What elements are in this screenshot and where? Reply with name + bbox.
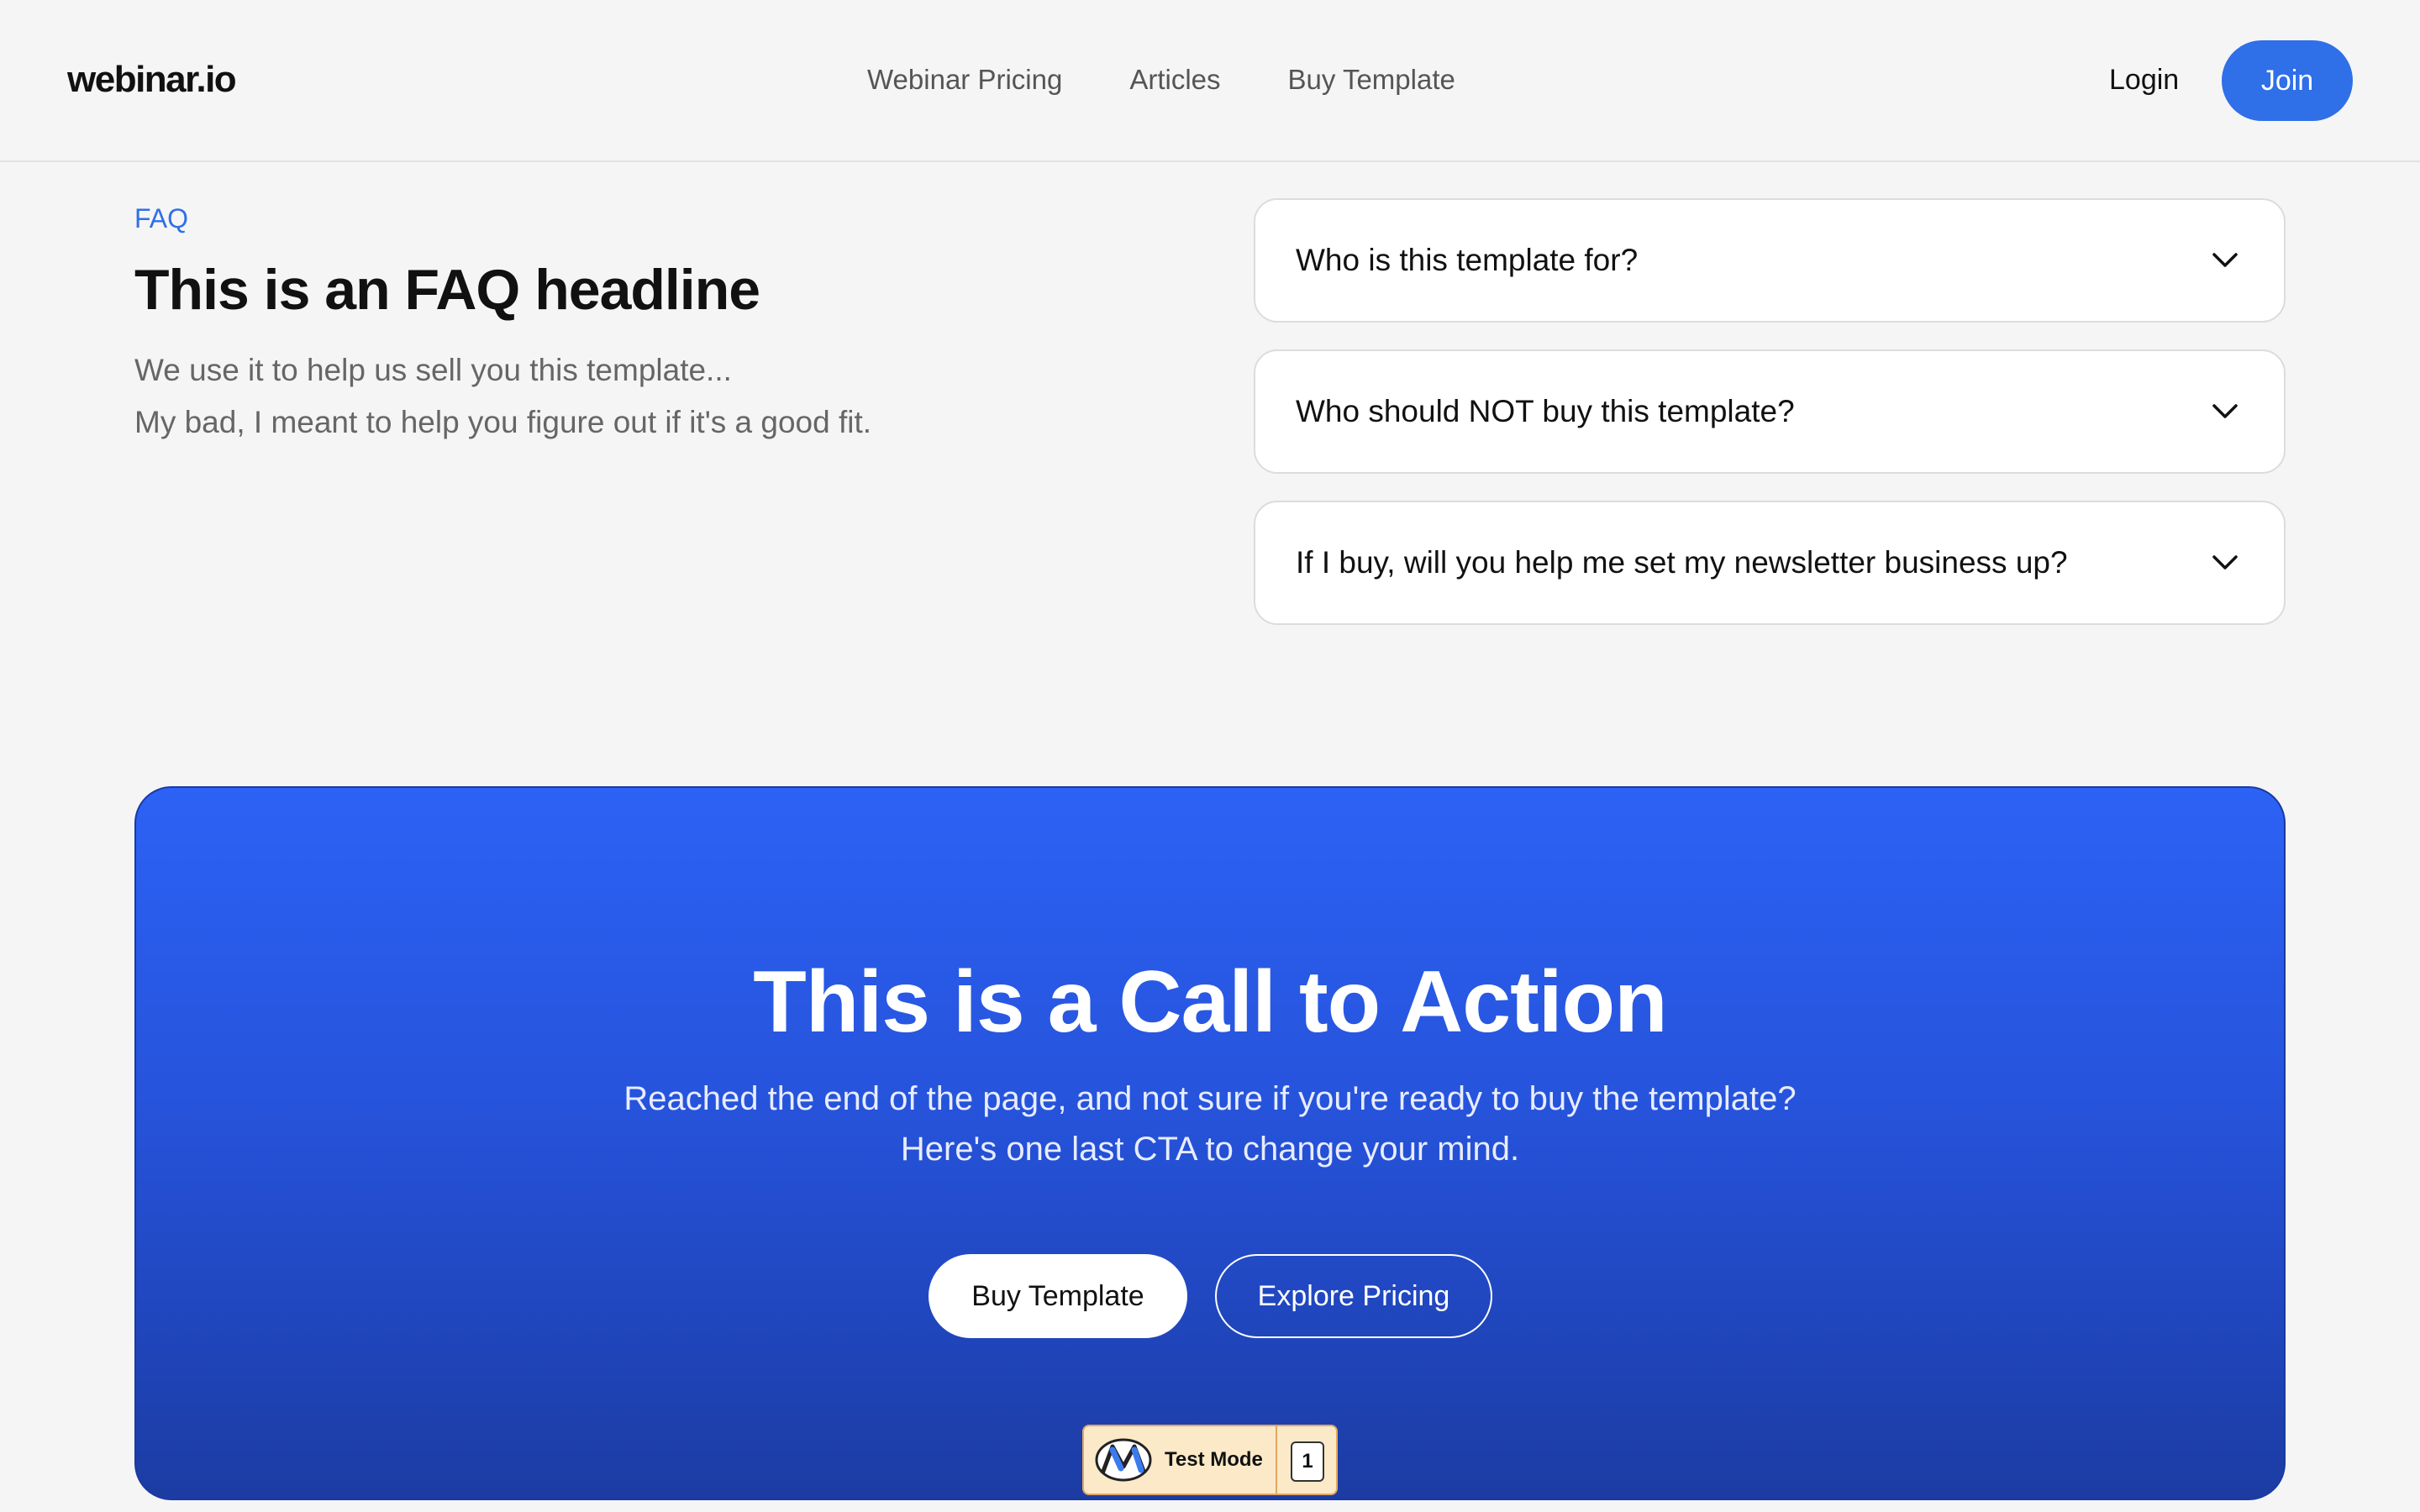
- chevron-down-icon: [2210, 548, 2240, 578]
- faq-question-1[interactable]: Who is this template for?: [1254, 198, 2286, 323]
- test-mode-badge[interactable]: Test Mode 1: [1082, 1425, 1338, 1495]
- test-mode-count: 1: [1291, 1441, 1324, 1482]
- cta-subtitle-line-1: Reached the end of the page, and not sur…: [623, 1080, 1797, 1117]
- faq-description-line-1: We use it to help us sell you this templ…: [134, 353, 732, 387]
- cta-subtitle-line-2: Here's one last CTA to change your mind.: [900, 1131, 1520, 1168]
- faq-description: We use it to help us sell you this templ…: [134, 344, 871, 449]
- login-link[interactable]: Login: [2109, 64, 2179, 97]
- faq-headline: This is an FAQ headline: [134, 258, 760, 322]
- badge-divider: [1276, 1426, 1277, 1494]
- faq-question-3[interactable]: If I buy, will you help me set my newsle…: [1254, 501, 2286, 625]
- test-mode-label: Test Mode: [1165, 1448, 1263, 1471]
- chevron-down-icon: [2210, 396, 2240, 427]
- cta-title: This is a Call to Action: [753, 953, 1667, 1051]
- m-logo-icon: [1094, 1435, 1155, 1485]
- nav-link-webinar-pricing[interactable]: Webinar Pricing: [867, 64, 1062, 96]
- faq-question-text: Who should NOT buy this template?: [1296, 394, 1795, 428]
- site-logo[interactable]: webinar.io: [67, 59, 237, 101]
- faq-eyebrow: FAQ: [134, 203, 189, 234]
- site-header: webinar.io Webinar Pricing Articles Buy …: [0, 0, 2420, 162]
- main-nav: Webinar Pricing Articles Buy Template: [867, 64, 1455, 96]
- cta-subtitle: Reached the end of the page, and not sur…: [0, 1074, 2420, 1174]
- nav-link-articles[interactable]: Articles: [1129, 64, 1220, 96]
- faq-question-2[interactable]: Who should NOT buy this template?: [1254, 349, 2286, 474]
- nav-link-buy-template[interactable]: Buy Template: [1288, 64, 1455, 96]
- join-button[interactable]: Join: [2222, 40, 2353, 121]
- faq-question-text: If I buy, will you help me set my newsle…: [1296, 545, 2068, 580]
- faq-question-text: Who is this template for?: [1296, 243, 1639, 277]
- explore-pricing-button[interactable]: Explore Pricing: [1215, 1254, 1492, 1338]
- buy-template-button[interactable]: Buy Template: [929, 1254, 1187, 1338]
- chevron-down-icon: [2210, 245, 2240, 276]
- faq-description-line-2: My bad, I meant to help you figure out i…: [134, 405, 872, 439]
